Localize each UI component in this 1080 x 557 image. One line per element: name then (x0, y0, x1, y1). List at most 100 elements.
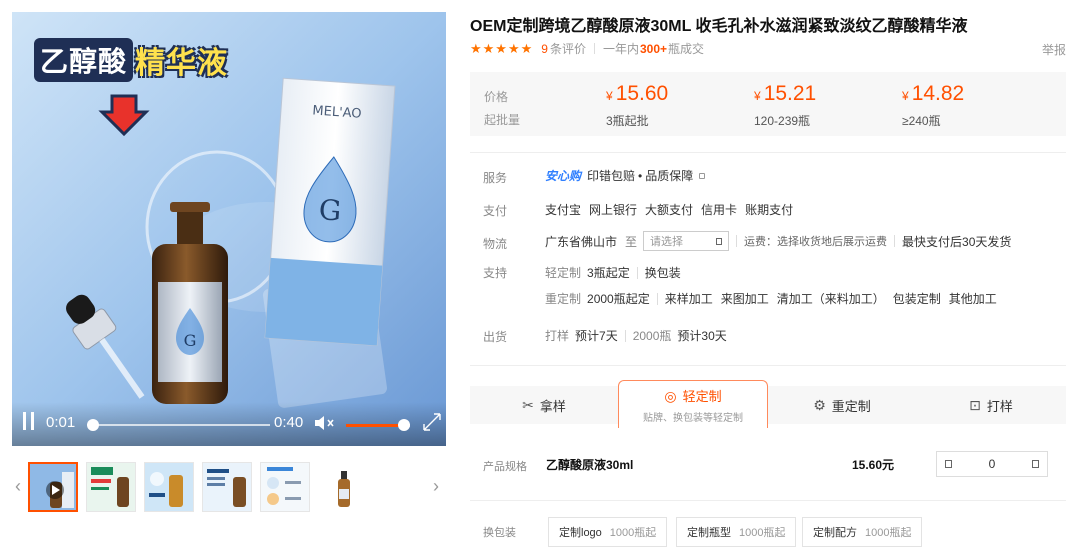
packaging-option-bottle[interactable]: 定制瓶型 1000瓶起 (676, 517, 797, 547)
product-title: OEM定制跨境乙醇酸原液30ML 收毛孔补水滋润紧致淡纹乙醇酸精华液 (470, 18, 968, 35)
spec-name: 乙醇酸原液30ml (546, 458, 634, 472)
heavy-custom-item: 来样加工 (664, 292, 713, 306)
freight-text: 运费：选择收货地后展示运费 (744, 236, 888, 248)
light-custom-icon: ◎ (664, 387, 677, 404)
logistics-label: 物流 (483, 237, 508, 251)
destination-select[interactable]: 请选择 (643, 231, 730, 251)
product-video[interactable]: G MEL'AO G 乙醇酸 精华液 0:01 0:40 (12, 12, 446, 446)
volume-slider[interactable] (346, 419, 410, 431)
service-row: 安心购 印错包赔 • 品质保障 (545, 167, 706, 184)
tab-proof[interactable]: ⊡ 打样 (916, 386, 1066, 424)
option-min: 1000瓶起 (739, 527, 786, 539)
video-overlay-title: 乙醇酸 精华液 (34, 38, 228, 82)
heavy-custom-icon: ⚙ (813, 396, 826, 413)
anxingou-badge[interactable]: 安心购 (545, 167, 581, 184)
heavy-custom-item: 清加工（来料加工） (776, 292, 885, 306)
video-controls: 0:01 0:40 (12, 402, 446, 446)
origin-city: 广东省佛山市 (545, 234, 618, 249)
divider (470, 500, 1066, 501)
volume-muted-icon[interactable] (314, 414, 336, 432)
volume-knob[interactable] (397, 419, 410, 431)
chevron-down-icon (716, 237, 723, 245)
info-icon[interactable] (699, 172, 706, 179)
increase-button[interactable] (1032, 460, 1039, 468)
thumbnail-video[interactable] (28, 462, 78, 512)
payment-label: 支付 (483, 204, 508, 218)
sales-count: 300+ (640, 41, 668, 56)
option-name: 定制瓶型 (687, 527, 731, 539)
thumbnail-strip: ‹ › (12, 458, 446, 518)
price-tier-1: ¥15.60 3瓶起批 (606, 82, 668, 129)
tab-heavy-custom[interactable]: ⚙ 重定制 (768, 386, 916, 424)
svg-text:G: G (318, 193, 343, 227)
price-box: 价格 起批量 ¥15.60 3瓶起批 ¥15.21 120-239瓶 ¥14.8… (470, 72, 1066, 136)
tier-qty: ≥240瓶 (902, 114, 941, 128)
review-label[interactable]: 条评价 (550, 40, 586, 57)
duration-time: 0:40 (274, 414, 304, 431)
payment-method: 支付宝 (545, 203, 582, 217)
divider (624, 329, 626, 342)
fullscreen-icon[interactable] (422, 412, 442, 432)
tab-sample[interactable]: ✂ 拿样 (470, 386, 618, 424)
tab-label: 拿样 (539, 398, 566, 414)
quantity-input[interactable]: 0 (989, 457, 996, 471)
thumbnail-next-button[interactable]: › (430, 476, 442, 500)
current-time: 0:01 (46, 414, 76, 431)
tab-label: 轻定制 (682, 388, 722, 404)
heavy-custom-item: 包装定制 (892, 292, 941, 306)
pause-icon[interactable] (22, 412, 36, 430)
option-min: 1000瓶起 (609, 527, 657, 539)
support-label: 支持 (483, 266, 508, 280)
rating-sales-row: ★★★★★ 9 条评价 一年内 300+ 瓶成交 (470, 40, 704, 57)
spec-label: 产品规格 (483, 461, 527, 473)
heavy-custom-label: 重定制 (545, 292, 582, 306)
thumbnail-3[interactable] (144, 462, 194, 512)
order-mode-tabs: ✂ 拿样 ◎ 轻定制 贴牌、换包装等轻定制 ⚙ 重定制 ⊡ 打样 (470, 380, 1066, 428)
svg-text:G: G (184, 331, 197, 350)
packaging-option-formula[interactable]: 定制配方 1000瓶起 (802, 517, 923, 547)
review-count[interactable]: 9 (541, 42, 548, 56)
report-link[interactable]: 举报 (1042, 41, 1066, 58)
progress-knob[interactable] (87, 419, 100, 431)
payment-method: 信用卡 (701, 203, 738, 217)
video-progress-bar[interactable] (87, 419, 270, 431)
to-label: 至 (625, 234, 638, 249)
divider (470, 365, 1066, 366)
bulk-ship-time: 预计30天 (677, 329, 727, 343)
payment-method: 大额支付 (645, 203, 694, 217)
packaging-option-logo[interactable]: 定制logo 1000瓶起 (548, 517, 668, 547)
price-label: 价格 (484, 90, 509, 104)
thumbnail-5[interactable] (260, 462, 310, 512)
proof-icon: ⊡ (969, 396, 981, 413)
divider (636, 266, 638, 279)
dot-separator: • (638, 168, 643, 183)
divider (656, 292, 658, 305)
divider (470, 152, 1066, 153)
currency-symbol: ¥ (606, 89, 613, 103)
packaging-label: 换包装 (483, 527, 516, 539)
thumbnail-prev-button[interactable]: ‹ (12, 476, 24, 500)
sales-prefix: 一年内 (602, 42, 639, 56)
service-item: 印错包赔 (587, 169, 636, 183)
support-heavy-row: 重定制 2000瓶起定 来样加工 来图加工 清加工（来料加工） 包装定制 其他加… (545, 290, 1005, 307)
thumbnail-2[interactable] (86, 462, 136, 512)
overlay-title-part2: 精华液 (135, 46, 229, 81)
tab-subtitle: 贴牌、换包装等轻定制 (643, 412, 743, 424)
sample-icon: ✂ (522, 396, 534, 413)
service-label: 服务 (483, 171, 508, 185)
rating-stars-icon: ★★★★★ (470, 40, 534, 56)
sample-ship-time: 预计7天 (575, 329, 618, 343)
price-tier-2: ¥15.21 120-239瓶 (754, 82, 816, 129)
bulk-ship-label: 2000瓶 (632, 329, 672, 343)
logistics-row: 广东省佛山市 至 请选择 运费：选择收货地后展示运费 最快支付后30天发货 (545, 231, 1011, 251)
tab-label: 打样 (986, 398, 1013, 414)
tier-qty: 3瓶起批 (606, 114, 649, 128)
thumbnail-6[interactable] (318, 462, 368, 512)
divider (593, 43, 595, 54)
shipping-label: 出货 (483, 330, 508, 344)
sales-suffix: 瓶成交 (668, 42, 705, 56)
decrease-button[interactable] (945, 460, 952, 468)
thumbnail-4[interactable] (202, 462, 252, 512)
tab-light-custom[interactable]: ◎ 轻定制 贴牌、换包装等轻定制 (618, 380, 768, 428)
heavy-custom-item: 来图加工 (720, 292, 769, 306)
